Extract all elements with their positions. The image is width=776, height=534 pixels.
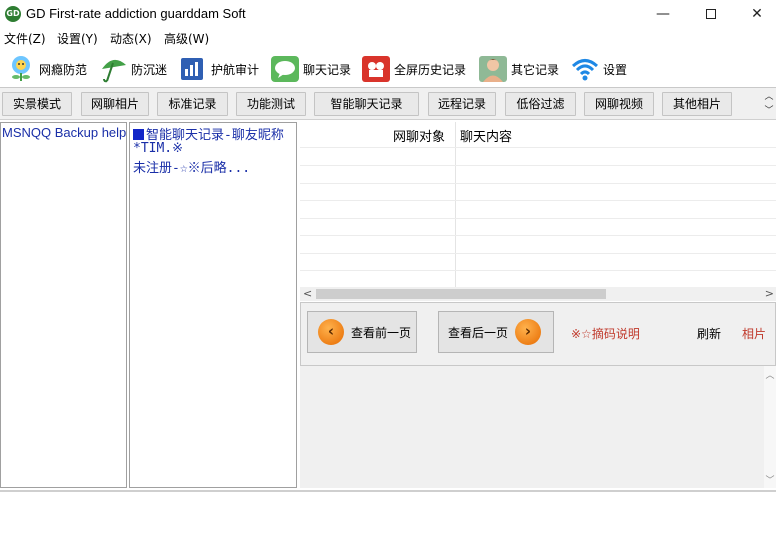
toolbar-fullscreen-history[interactable]: 全屏历史记录 bbox=[361, 54, 466, 84]
scroll-right-icon[interactable]: > bbox=[765, 287, 774, 300]
page-navigation-panel: ‹ 查看前一页 查看后一页 › ※☆摘码说明 刷新 相片 bbox=[300, 302, 776, 366]
table-row bbox=[300, 218, 776, 219]
chevron-up-icon[interactable]: ︿ bbox=[762, 90, 776, 104]
tab-standard-records[interactable]: 标准记录 bbox=[157, 92, 228, 116]
menu-advanced[interactable]: 高级(W) bbox=[164, 30, 209, 47]
tab-chat-video[interactable]: 网聊视频 bbox=[584, 92, 654, 116]
scroll-up-icon[interactable]: ︿ bbox=[764, 368, 776, 381]
column-header-content[interactable]: 聊天内容 bbox=[460, 126, 512, 145]
chat-summary-panel: 智能聊天记录-聊友昵称 *TIM.※ 未注册-☆※后略... bbox=[129, 122, 297, 488]
flower-icon bbox=[6, 55, 36, 83]
detail-area bbox=[300, 366, 776, 488]
scroll-left-icon[interactable]: < bbox=[303, 287, 312, 300]
table-row bbox=[300, 165, 776, 166]
maximize-button[interactable] bbox=[688, 0, 734, 28]
tab-button-row: 实景模式 网聊相片 标准记录 功能测试 智能聊天记录 远程记录 低俗过滤 网聊视… bbox=[0, 88, 776, 120]
arrow-left-icon: ‹ bbox=[318, 319, 344, 345]
horizontal-scrollbar[interactable]: < > bbox=[300, 287, 776, 301]
toolbar-label: 防沉迷 bbox=[131, 62, 168, 77]
square-bullet-icon bbox=[133, 129, 144, 140]
minimize-button[interactable]: — bbox=[640, 0, 686, 28]
person-icon bbox=[478, 55, 508, 83]
toolbar-settings[interactable]: 设置 bbox=[570, 54, 627, 84]
arrow-right-icon: › bbox=[515, 319, 542, 345]
menu-file[interactable]: 文件(Z) bbox=[4, 30, 46, 47]
menu-settings[interactable]: 设置(Y) bbox=[57, 30, 98, 47]
toolbar-label: 全屏历史记录 bbox=[394, 62, 467, 77]
tab-scroll-control[interactable]: ︿ ﹀ bbox=[762, 90, 776, 120]
maximize-icon bbox=[706, 9, 716, 19]
window-title: GD First-rate addiction guarddam Soft bbox=[26, 6, 246, 21]
summary-line: *TIM.※ bbox=[133, 141, 184, 156]
scroll-down-icon[interactable]: ﹀ bbox=[764, 473, 776, 486]
camera-icon bbox=[361, 55, 391, 83]
tab-live-mode[interactable]: 实景模式 bbox=[2, 92, 72, 116]
tab-other-photos[interactable]: 其他相片 bbox=[662, 92, 732, 116]
toolbar-label: 设置 bbox=[603, 62, 628, 77]
main-toolbar: 网瘾防范 防沉迷 护航审计 聊天记录 全屏历史记录 其它记录 设置 bbox=[0, 50, 776, 88]
table-row bbox=[300, 200, 776, 201]
tab-remote-records[interactable]: 远程记录 bbox=[428, 92, 496, 116]
column-header-contact[interactable]: 网聊对象 bbox=[393, 126, 445, 145]
previous-page-button[interactable]: ‹ 查看前一页 bbox=[307, 311, 417, 353]
menu-dynamic[interactable]: 动态(X) bbox=[110, 30, 152, 47]
table-row bbox=[300, 235, 776, 236]
list-item[interactable]: MSNQQ Backup help bbox=[2, 125, 126, 140]
title-bar: GD GD First-rate addiction guarddam Soft… bbox=[0, 0, 776, 28]
backup-list-panel: MSNQQ Backup help bbox=[0, 122, 127, 488]
table-row bbox=[300, 253, 776, 254]
table-row bbox=[300, 270, 776, 271]
document-chart-icon bbox=[178, 55, 208, 83]
tab-smart-chat-records[interactable]: 智能聊天记录 bbox=[314, 92, 419, 116]
toolbar-label: 聊天记录 bbox=[303, 62, 352, 77]
next-page-label: 查看后一页 bbox=[448, 325, 509, 340]
toolbar-label: 网瘾防范 bbox=[39, 62, 88, 77]
tab-vulgar-filter[interactable]: 低俗过滤 bbox=[505, 92, 576, 116]
toolbar-anti-addiction[interactable]: 防沉迷 bbox=[98, 54, 167, 84]
toolbar-other-records[interactable]: 其它记录 bbox=[478, 54, 559, 84]
help-note-link[interactable]: ※☆摘码说明 bbox=[571, 325, 640, 342]
table-row bbox=[300, 147, 776, 148]
chat-table: 网聊对象 聊天内容 bbox=[300, 122, 776, 287]
previous-page-label: 查看前一页 bbox=[351, 325, 412, 340]
status-area bbox=[0, 490, 776, 534]
toolbar-chat-records[interactable]: 聊天记录 bbox=[270, 54, 351, 84]
toolbar-label: 其它记录 bbox=[511, 62, 560, 77]
table-row bbox=[300, 183, 776, 184]
refresh-button[interactable]: 刷新 bbox=[697, 325, 721, 342]
scrollbar-thumb[interactable] bbox=[316, 289, 606, 299]
chat-bubble-icon bbox=[270, 55, 300, 83]
tab-chat-photos[interactable]: 网聊相片 bbox=[81, 92, 149, 116]
umbrella-icon bbox=[98, 55, 128, 83]
tab-function-test[interactable]: 功能测试 bbox=[236, 92, 306, 116]
summary-line: 未注册-☆※后略... bbox=[133, 161, 251, 176]
close-button[interactable]: ✕ bbox=[734, 0, 776, 28]
menu-bar: 文件(Z) 设置(Y) 动态(X) 高级(W) bbox=[0, 28, 776, 48]
toolbar-audit[interactable]: 护航审计 bbox=[178, 54, 259, 84]
chevron-down-icon[interactable]: ﹀ bbox=[762, 104, 776, 118]
wifi-icon bbox=[570, 55, 600, 83]
photo-button[interactable]: 相片 bbox=[742, 325, 766, 342]
next-page-button[interactable]: 查看后一页 › bbox=[438, 311, 554, 353]
app-logo-icon: GD bbox=[5, 6, 21, 22]
toolbar-label: 护航审计 bbox=[211, 62, 260, 77]
toolbar-addiction-prevention[interactable]: 网瘾防范 bbox=[6, 54, 87, 84]
vertical-scrollbar[interactable]: ︿ ﹀ bbox=[764, 366, 776, 488]
